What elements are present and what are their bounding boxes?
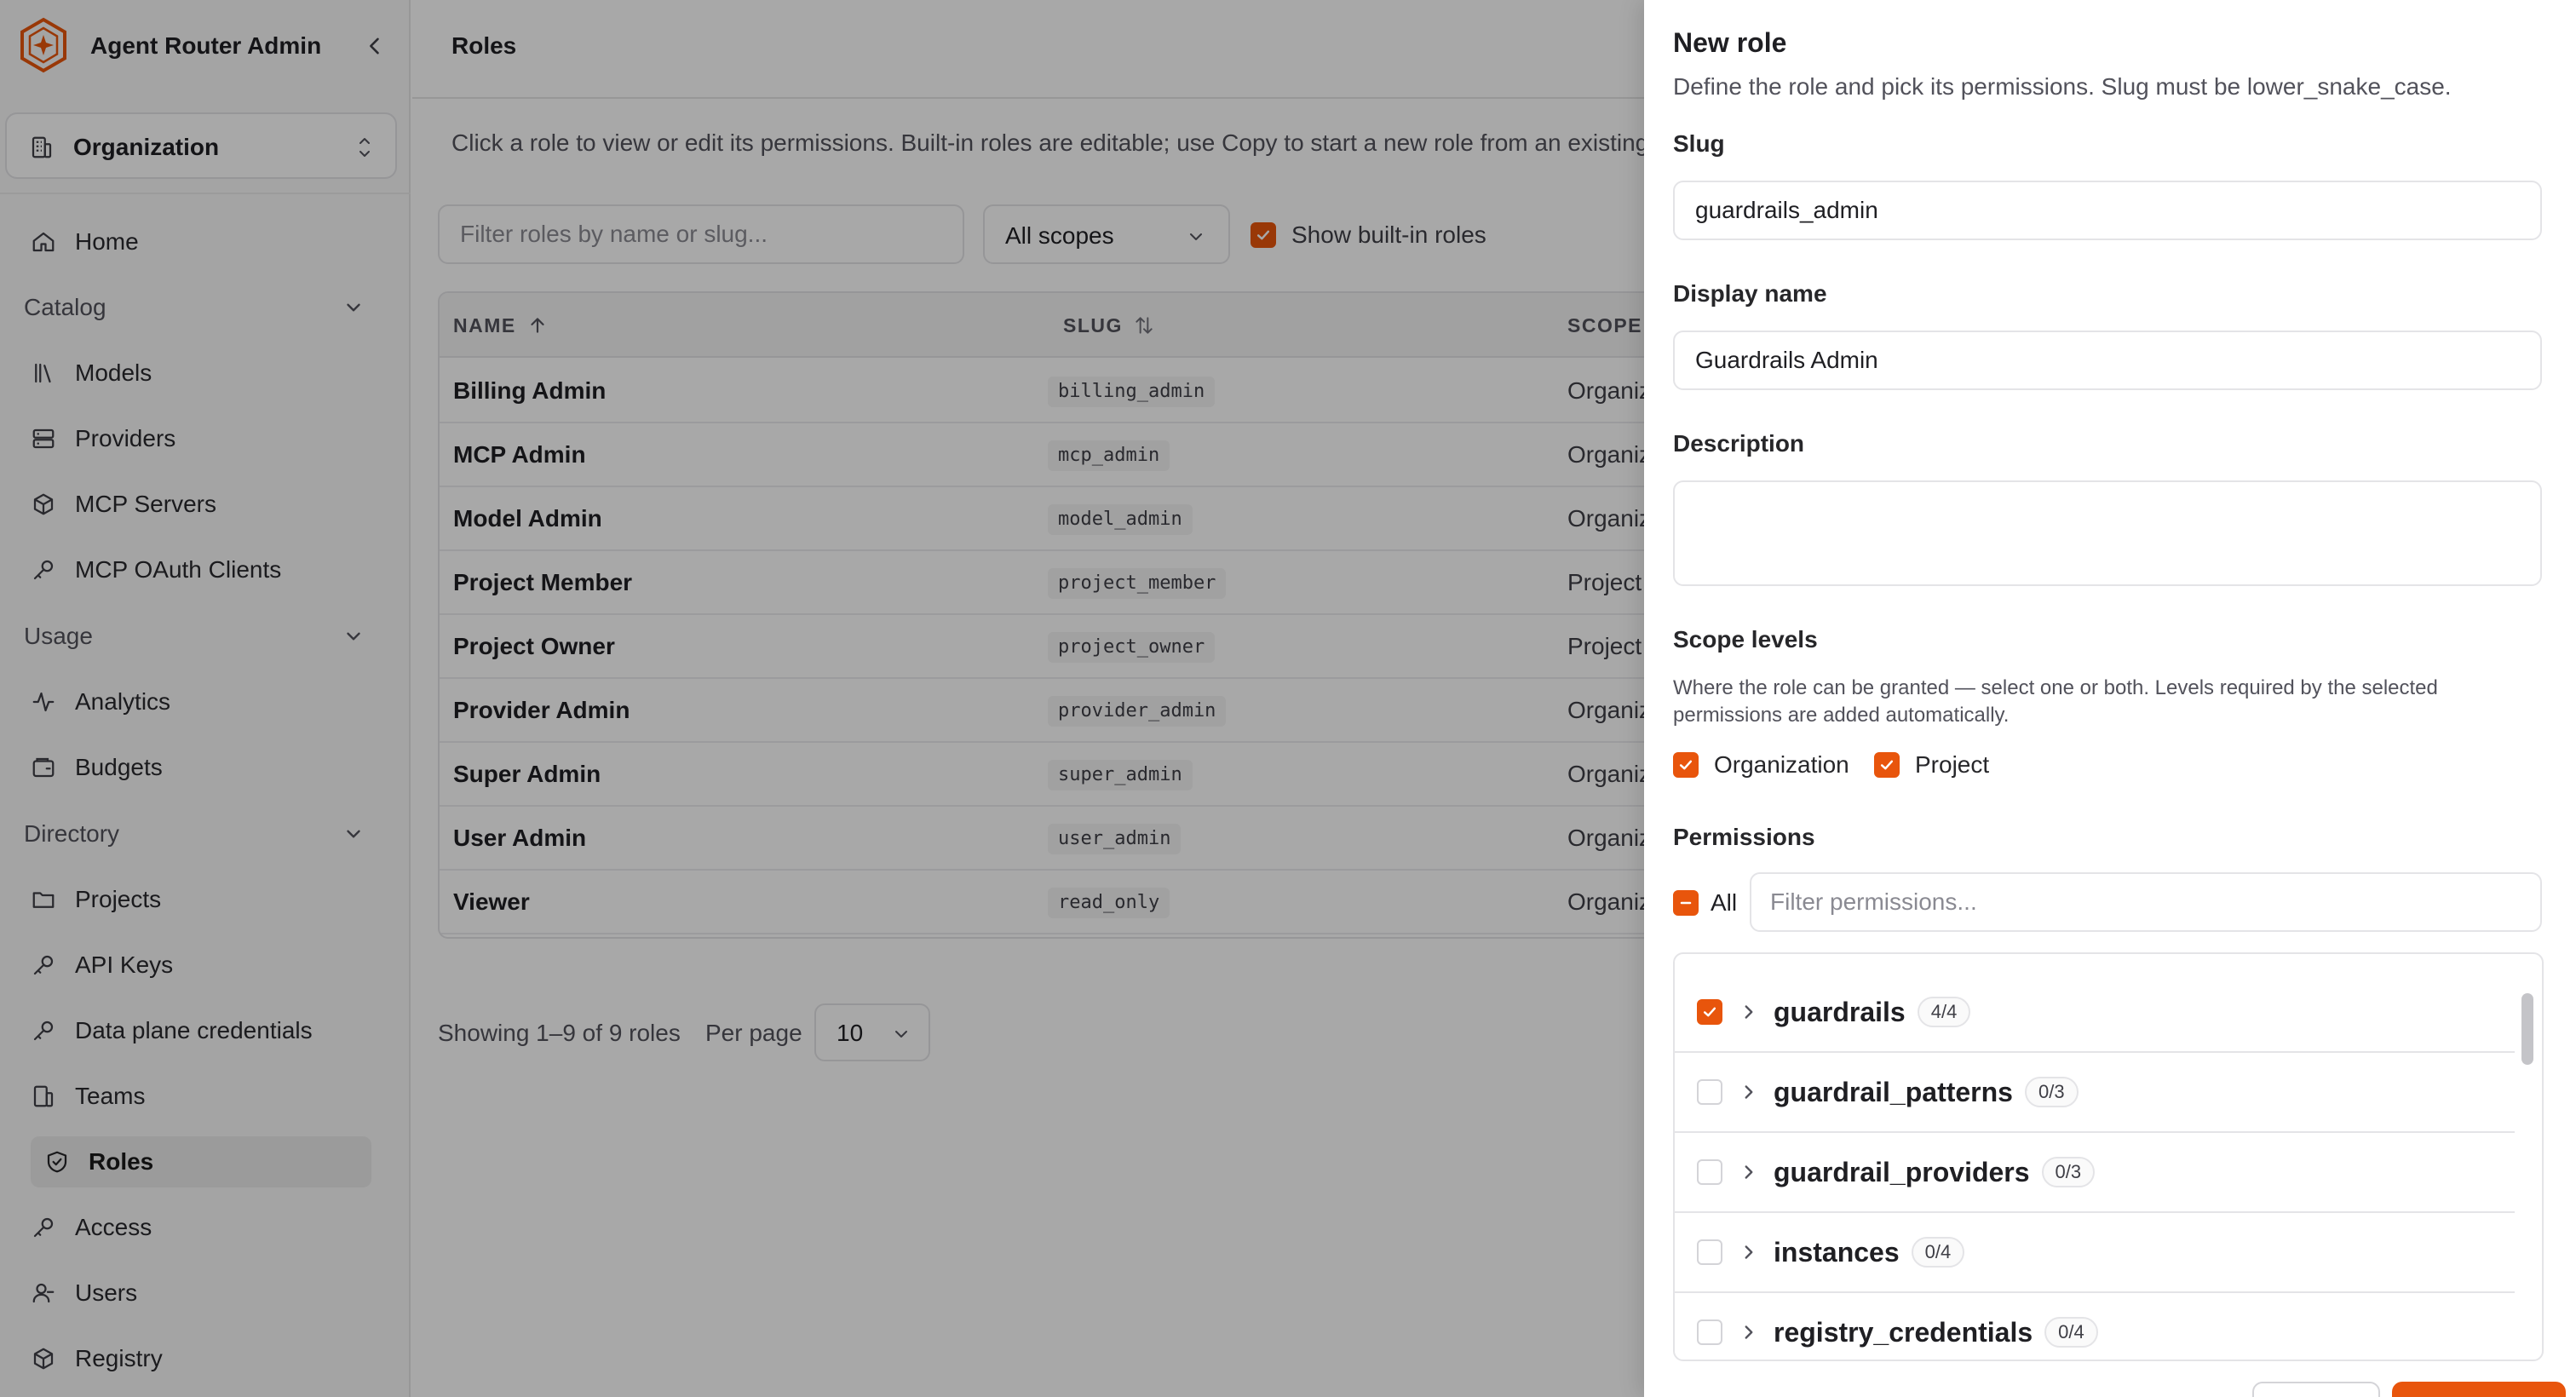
scope-levels-help: Where the role can be granted — select o… (1673, 676, 2438, 727)
select-all-checkbox[interactable] (1673, 890, 1699, 916)
select-all-label: All (1711, 889, 1738, 916)
description-label: Description (1673, 430, 1805, 457)
permissions-label: Permissions (1673, 824, 1815, 850)
drawer-subtitle: Define the role and pick its permissions… (1673, 73, 2452, 100)
scope-option-label: Organization (1714, 751, 1849, 778)
permission-checkbox[interactable] (1697, 1159, 1722, 1185)
check-icon (1679, 760, 1693, 770)
new-role-drawer: New role Define the role and pick its pe… (1644, 0, 2576, 1397)
permissions-scrollbar[interactable] (2521, 993, 2533, 1065)
chevron-right-icon[interactable] (1738, 1241, 1760, 1263)
permission-group-name: guardrails (1774, 997, 1906, 1027)
scope-organization-checkbox[interactable] (1673, 752, 1699, 778)
permission-count-badge: 4/4 (1917, 997, 1971, 1027)
permission-checkbox[interactable] (1697, 1239, 1722, 1265)
display-name-input[interactable] (1673, 331, 2542, 390)
permission-group-row[interactable]: instances 0/4 (1675, 1213, 2515, 1293)
slug-input[interactable] (1673, 181, 2542, 240)
display-name-label: Display name (1673, 280, 1827, 307)
permission-count-badge: 0/4 (2044, 1317, 2098, 1348)
permission-group-name: guardrail_patterns (1774, 1077, 2013, 1107)
scope-option-organization[interactable]: Organization (1673, 751, 1849, 779)
permission-group-name: instances (1774, 1237, 1900, 1268)
cancel-button[interactable] (2252, 1382, 2380, 1397)
chevron-right-icon[interactable] (1738, 1081, 1760, 1103)
permission-group-name: guardrail_providers (1774, 1157, 2030, 1187)
permission-group-row[interactable]: guardrail_providers 0/3 (1675, 1133, 2515, 1213)
select-all-permissions[interactable]: All (1673, 889, 1737, 917)
permission-group-row[interactable]: guardrail_patterns 0/3 (1675, 1053, 2515, 1133)
permission-group-name: registry_credentials (1774, 1317, 2033, 1348)
description-textarea[interactable] (1673, 480, 2542, 586)
permission-checkbox[interactable] (1697, 1319, 1722, 1345)
scope-option-label: Project (1915, 751, 1990, 778)
modal-backdrop[interactable] (0, 0, 1644, 1397)
permissions-filter-input[interactable] (1750, 872, 2542, 932)
permission-count-badge: 0/4 (1911, 1237, 1965, 1268)
permissions-list: guardrails 4/4 guardrail_patterns 0/3 guardr… (1673, 952, 2544, 1361)
scope-levels-label: Scope levels (1673, 626, 1818, 653)
permission-count-badge: 0/3 (2024, 1077, 2079, 1107)
drawer-title: New role (1673, 27, 1787, 58)
permission-group-row[interactable]: guardrails 4/4 (1675, 973, 2515, 1053)
permission-count-badge: 0/3 (2041, 1157, 2096, 1187)
scope-option-project[interactable]: Project (1874, 751, 1989, 779)
chevron-right-icon[interactable] (1738, 1321, 1760, 1343)
slug-label: Slug (1673, 130, 1725, 157)
check-icon (1880, 760, 1894, 770)
permission-checkbox[interactable] (1697, 1079, 1722, 1105)
create-role-button[interactable] (2392, 1382, 2566, 1397)
chevron-right-icon[interactable] (1738, 1001, 1760, 1023)
chevron-right-icon[interactable] (1738, 1161, 1760, 1183)
check-icon (1703, 1007, 1716, 1017)
scope-project-checkbox[interactable] (1874, 752, 1900, 778)
minus-icon (1680, 901, 1692, 905)
permission-group-row[interactable]: registry_credentials 0/4 (1675, 1293, 2515, 1360)
permission-checkbox[interactable] (1697, 999, 1722, 1025)
